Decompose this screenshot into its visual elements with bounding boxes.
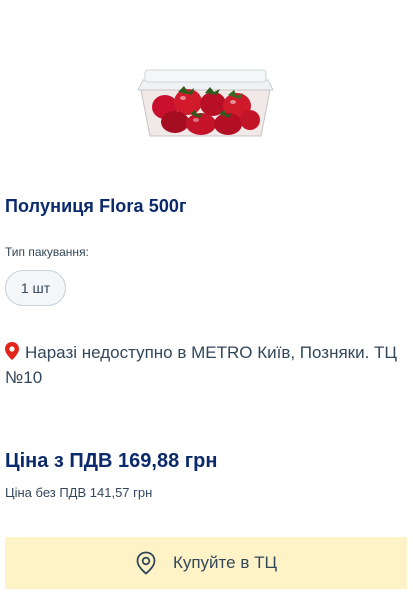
price-with-vat: Ціна з ПДВ 169,88 грн [5, 450, 218, 472]
product-image [133, 62, 278, 146]
packaging-type-label: Тип пакування: [5, 245, 89, 259]
location-pin-icon [5, 342, 21, 360]
buy-in-store-label: Купуйте в ТЦ [172, 553, 278, 572]
buy-in-store-button[interactable]: Купуйте в ТЦ [5, 537, 407, 589]
strawberry-container-image [137, 69, 274, 137]
availability-text: Наразі недоступно в METRO Київ, Позняки.… [5, 343, 398, 387]
product-title: Полуниця Flora 500г [5, 196, 187, 216]
price-without-vat: Ціна без ПДВ 141,57 грн [5, 485, 153, 500]
location-pin-outline-icon [135, 551, 157, 575]
availability-notice: Наразі недоступно в METRO Київ, Позняки.… [5, 340, 405, 390]
packaging-option-chip[interactable]: 1 шт [5, 270, 66, 306]
